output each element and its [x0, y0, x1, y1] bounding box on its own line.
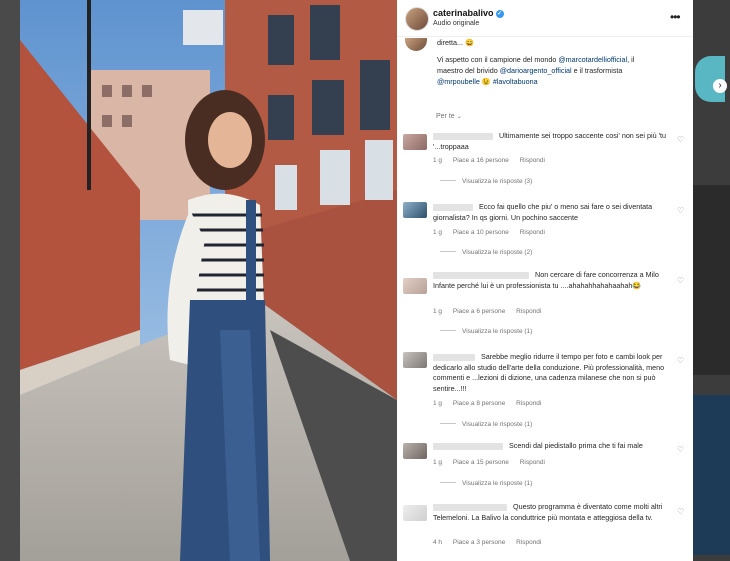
- photo-illustration: [20, 0, 397, 561]
- reply-button[interactable]: Rispondi: [516, 400, 541, 407]
- commenter-avatar[interactable]: [403, 134, 427, 150]
- commenter-avatar[interactable]: [403, 278, 427, 294]
- caption-avatar[interactable]: [405, 38, 427, 51]
- post-header: caterinabalivo ✓ Audio originale •••: [397, 0, 693, 37]
- view-replies-button[interactable]: Visualizza le risposte (2): [440, 249, 532, 256]
- comment-text: Non cercare di fare concorrenza a Milo I…: [433, 270, 659, 290]
- caption-line: maestro del brivido @darioargento_offici…: [437, 66, 623, 75]
- comment-meta: 1 g Piace a 6 persone Rispondi: [433, 308, 550, 315]
- reply-button[interactable]: Rispondi: [520, 459, 545, 466]
- more-options-icon[interactable]: •••: [670, 10, 681, 24]
- reply-button[interactable]: Rispondi: [520, 229, 545, 236]
- commenter-avatar[interactable]: [403, 202, 427, 218]
- background-panel: [693, 185, 730, 375]
- like-heart-icon[interactable]: ♡: [677, 507, 684, 516]
- comment-likes[interactable]: Piace a 3 persone: [453, 539, 505, 546]
- comment-likes[interactable]: Piace a 10 persone: [453, 229, 509, 236]
- like-heart-icon[interactable]: ♡: [677, 135, 684, 144]
- comment-time: 4 h: [433, 539, 443, 546]
- like-heart-icon[interactable]: ♡: [677, 445, 684, 454]
- post-caption: diretta... 😄 Vi aspetto con il campione …: [397, 36, 693, 106]
- comment-time: 1 g: [433, 157, 443, 164]
- caption-line: Vi aspetto con il campione del mondo @ma…: [437, 55, 635, 64]
- comments-sort-dropdown[interactable]: Per te ⌄: [436, 113, 462, 120]
- like-heart-icon[interactable]: ♡: [677, 276, 684, 285]
- caption-line: diretta... 😄: [437, 38, 474, 47]
- comments-panel: caterinabalivo ✓ Audio originale ••• dire…: [397, 0, 693, 561]
- comment-meta: 1 g Piace a 15 persone Rispondi: [433, 459, 554, 466]
- comment-likes[interactable]: Piace a 15 persone: [453, 459, 509, 466]
- comment-meta: 1 g Piace a 10 persone Rispondi: [433, 229, 554, 236]
- commenter-avatar[interactable]: [403, 443, 427, 459]
- username-text[interactable]: caterinabalivo: [433, 8, 494, 18]
- like-heart-icon[interactable]: ♡: [677, 206, 684, 215]
- chevron-down-icon: ⌄: [456, 114, 462, 120]
- comment-meta: 1 g Piace a 8 persone Rispondi: [433, 400, 550, 407]
- comment-text: Sarebbe meglio ridurre il tempo per foto…: [433, 352, 665, 393]
- comment-time: 1 g: [433, 400, 443, 407]
- audio-label[interactable]: Audio originale: [433, 20, 479, 27]
- backdrop-left: [0, 0, 20, 561]
- comment-likes[interactable]: Piace a 16 persone: [453, 157, 509, 164]
- comment-time: 1 g: [433, 229, 443, 236]
- sort-label: Per te: [436, 113, 455, 120]
- comment-text: Ultimamente sei troppo saccente cosi' no…: [433, 131, 666, 151]
- comment-time: 1 g: [433, 459, 443, 466]
- commenter-avatar[interactable]: [403, 505, 427, 521]
- view-replies-button[interactable]: Visualizza le risposte (1): [440, 480, 532, 487]
- comment-meta: 4 h Piace a 3 persone Rispondi: [433, 539, 550, 546]
- comment-text: Questo programma è diventato come molti …: [433, 502, 663, 522]
- background-panel: [693, 395, 730, 555]
- view-replies-button[interactable]: Visualizza le risposte (1): [440, 421, 532, 428]
- comment-likes[interactable]: Piace a 8 persone: [453, 400, 505, 407]
- comment-likes[interactable]: Piace a 6 persone: [453, 308, 505, 315]
- verified-badge-icon: ✓: [495, 10, 504, 18]
- like-heart-icon[interactable]: ♡: [677, 356, 684, 365]
- post-photo: [20, 0, 397, 561]
- avatar[interactable]: [405, 7, 429, 31]
- reply-button[interactable]: Rispondi: [520, 157, 545, 164]
- next-post-arrow-icon[interactable]: ›: [713, 79, 727, 93]
- comment-meta: 1 g Piace a 16 persone Rispondi: [433, 157, 554, 164]
- reply-button[interactable]: Rispondi: [516, 308, 541, 315]
- view-replies-button[interactable]: Visualizza le risposte (3): [440, 178, 532, 185]
- comment-time: 1 g: [433, 308, 443, 315]
- view-replies-button[interactable]: Visualizza le risposte (1): [440, 328, 532, 335]
- comment-text: Scendi dal piedistallo prima che ti fai …: [509, 441, 643, 450]
- comment-text: Ecco fai quello che piu' o meno sai fare…: [433, 202, 653, 222]
- username[interactable]: caterinabalivo ✓: [433, 8, 504, 18]
- reply-button[interactable]: Rispondi: [516, 539, 541, 546]
- commenter-avatar[interactable]: [403, 352, 427, 368]
- caption-line: @mrpoubelle 😉 #lavoltabuona: [437, 77, 538, 86]
